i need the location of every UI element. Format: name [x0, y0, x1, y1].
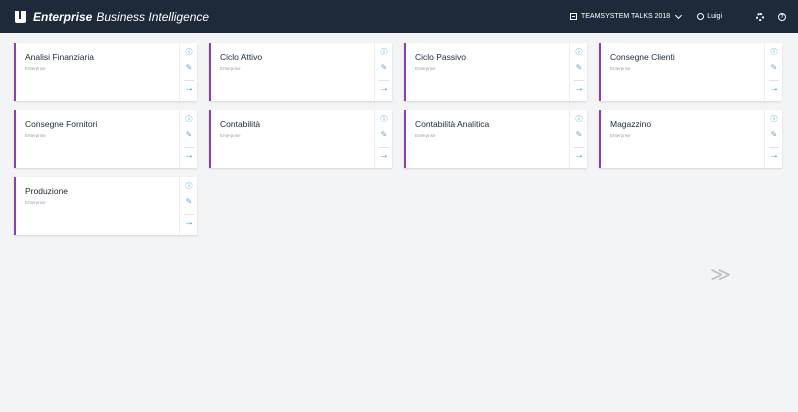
help-icon[interactable]: ?	[778, 12, 786, 21]
tile-analisi-finanziaria[interactable]: Analisi Finanziaria Enterprise ⓘ ✎ →	[14, 43, 197, 101]
tile-contabilit-analitica[interactable]: Contabilità Analitica Enterprise ⓘ ✎ →	[404, 110, 587, 168]
tile-title: Produzione	[25, 186, 69, 196]
double-chevron-right-icon[interactable]: ≫	[710, 262, 731, 287]
tile-magazzino[interactable]: Magazzino Enterprise ⓘ ✎ →	[599, 110, 782, 168]
company-icon	[569, 13, 577, 20]
edit-icon[interactable]: ✎	[180, 130, 198, 139]
divider	[379, 80, 389, 81]
top-right-controls: TEAMSYSTEM TALKS 2018 Luigi ?	[569, 0, 786, 33]
tile-contabilit[interactable]: Contabilità Enterprise ⓘ ✎ →	[209, 110, 392, 168]
divider	[184, 80, 194, 81]
tile-title: Contabilità	[220, 119, 261, 129]
company-selector[interactable]: TEAMSYSTEM TALKS 2018	[569, 11, 683, 20]
info-icon[interactable]: ⓘ	[765, 47, 783, 57]
brand[interactable]: Enterprise Business Intelligence	[14, 10, 209, 24]
tile-actions: ⓘ ✎ →	[374, 110, 392, 168]
arrow-right-icon[interactable]: →	[570, 83, 588, 94]
info-icon[interactable]: ⓘ	[570, 47, 588, 57]
tile-subtitle: Enterprise	[610, 66, 631, 71]
edit-icon[interactable]: ✎	[375, 130, 393, 139]
edit-icon[interactable]: ✎	[570, 130, 588, 139]
arrow-right-icon[interactable]: →	[180, 217, 198, 228]
edit-icon[interactable]: ✎	[180, 63, 198, 72]
tile-actions: ⓘ ✎ →	[569, 110, 587, 168]
tile-title: Consegne Clienti	[610, 52, 675, 62]
teamsystem-logo-icon	[14, 10, 27, 23]
chevron-down-icon	[675, 11, 683, 19]
divider	[769, 147, 779, 148]
tile-title: Consegne Fornitori	[25, 119, 98, 129]
divider	[769, 80, 779, 81]
info-icon[interactable]: ⓘ	[765, 114, 783, 124]
tile-subtitle: Enterprise	[610, 133, 631, 138]
tile-actions: ⓘ ✎ →	[179, 110, 197, 168]
tile-consegne-fornitori[interactable]: Consegne Fornitori Enterprise ⓘ ✎ →	[14, 110, 197, 168]
tile-actions: ⓘ ✎ →	[179, 177, 197, 235]
info-icon[interactable]: ⓘ	[180, 181, 198, 191]
tile-title: Analisi Finanziaria	[25, 52, 94, 62]
edit-icon[interactable]: ✎	[765, 63, 783, 72]
divider	[379, 147, 389, 148]
info-icon[interactable]: ⓘ	[180, 114, 198, 124]
tile-subtitle: Enterprise	[220, 66, 241, 71]
brand-name-strong: Enterprise	[33, 9, 93, 24]
tile-title: Contabilità Analitica	[415, 119, 490, 129]
tile-consegne-clienti[interactable]: Consegne Clienti Enterprise ⓘ ✎ →	[599, 43, 782, 101]
arrow-right-icon[interactable]: →	[180, 83, 198, 94]
tile-actions: ⓘ ✎ →	[179, 43, 197, 101]
tile-subtitle: Enterprise	[25, 133, 46, 138]
tile-title: Ciclo Attivo	[220, 52, 263, 62]
tile-subtitle: Enterprise	[415, 133, 436, 138]
arrow-right-icon[interactable]: →	[570, 150, 588, 161]
info-icon[interactable]: ⓘ	[570, 114, 588, 124]
arrow-right-icon[interactable]: →	[375, 150, 393, 161]
info-icon[interactable]: ⓘ	[375, 47, 393, 57]
tile-actions: ⓘ ✎ →	[764, 43, 782, 101]
tile-title: Ciclo Passivo	[415, 52, 467, 62]
user-name: Luigi	[707, 13, 722, 20]
tile-subtitle: Enterprise	[25, 200, 46, 205]
divider	[184, 147, 194, 148]
tile-title: Magazzino	[610, 119, 652, 129]
tile-actions: ⓘ ✎ →	[764, 110, 782, 168]
tile-ciclo-passivo[interactable]: Ciclo Passivo Enterprise ⓘ ✎ →	[404, 43, 587, 101]
tile-ciclo-attivo[interactable]: Ciclo Attivo Enterprise ⓘ ✎ →	[209, 43, 392, 101]
edit-icon[interactable]: ✎	[375, 63, 393, 72]
divider	[184, 214, 194, 215]
info-icon[interactable]: ⓘ	[375, 114, 393, 124]
tile-actions: ⓘ ✎ →	[374, 43, 392, 101]
arrow-right-icon[interactable]: →	[765, 83, 783, 94]
tile-subtitle: Enterprise	[25, 66, 46, 71]
divider	[574, 80, 584, 81]
top-bar: Enterprise Business Intelligence TEAMSYS…	[0, 0, 798, 33]
arrow-right-icon[interactable]: →	[375, 83, 393, 94]
tile-subtitle: Enterprise	[220, 133, 241, 138]
user-icon	[697, 13, 705, 20]
edit-icon[interactable]: ✎	[765, 130, 783, 139]
edit-icon[interactable]: ✎	[570, 63, 588, 72]
brand-name-rest: Business Intelligence	[96, 9, 210, 24]
tile-produzione[interactable]: Produzione Enterprise ⓘ ✎ →	[14, 177, 197, 235]
arrow-right-icon[interactable]: →	[765, 150, 783, 161]
divider	[574, 147, 584, 148]
user-menu[interactable]: Luigi	[697, 13, 722, 20]
gear-icon[interactable]	[756, 12, 764, 21]
tile-actions: ⓘ ✎ →	[569, 43, 587, 101]
company-name: TEAMSYSTEM TALKS 2018	[580, 13, 671, 20]
tile-subtitle: Enterprise	[415, 66, 436, 71]
edit-icon[interactable]: ✎	[180, 197, 198, 206]
arrow-right-icon[interactable]: →	[180, 150, 198, 161]
info-icon[interactable]: ⓘ	[180, 47, 198, 57]
